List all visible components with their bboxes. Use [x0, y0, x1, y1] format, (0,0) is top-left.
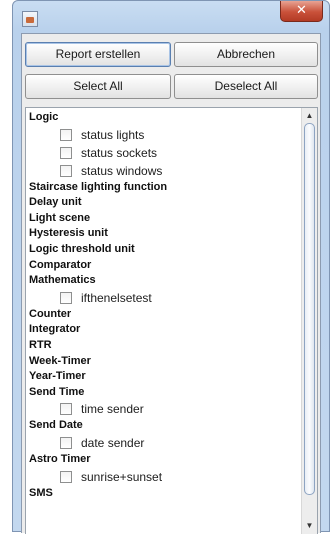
scroll-down-icon[interactable]: ▼ [304, 520, 315, 532]
tree-item-label: sunrise+sunset [81, 469, 163, 484]
dialog-content: Report erstellen Abbrechen Select All De… [21, 33, 321, 534]
close-button[interactable]: ✕ [280, 1, 323, 22]
checkbox[interactable] [60, 164, 72, 177]
tree-category[interactable]: SMS [26, 486, 302, 502]
tree-category[interactable]: Send Date [26, 418, 302, 434]
checkbox[interactable] [60, 146, 72, 159]
tree-category[interactable]: Delay unit [26, 195, 302, 211]
tree-item-label: status windows [81, 163, 163, 178]
tree-item-label: date sender [81, 435, 145, 450]
tree-category[interactable]: Year-Timer [26, 369, 302, 385]
tree-item[interactable]: ifthenelsetest [26, 289, 302, 307]
tree-category[interactable]: Light scene [26, 211, 302, 227]
vertical-scrollbar[interactable]: ▲ ▼ [301, 108, 317, 534]
tree-category[interactable]: Counter [26, 307, 302, 323]
scroll-thumb[interactable] [304, 123, 315, 495]
select-all-button[interactable]: Select All [25, 74, 171, 99]
tree-category[interactable]: Staircase lighting function [26, 180, 302, 196]
tree-item-label: status lights [81, 127, 145, 142]
tree-category[interactable]: Comparator [26, 258, 302, 274]
tree-category[interactable]: Week-Timer [26, 354, 302, 370]
checkbox[interactable] [60, 128, 72, 141]
tree-item[interactable]: sunrise+sunset [26, 468, 302, 486]
checkbox[interactable] [60, 403, 72, 416]
tree-category[interactable]: Hysteresis unit [26, 226, 302, 242]
tree-category[interactable]: Logic threshold unit [26, 242, 302, 258]
checkbox[interactable] [60, 291, 72, 304]
tree-content: Logic status lights status sockets status w… [26, 110, 302, 501]
tree-category[interactable]: RTR [26, 338, 302, 354]
tree-item[interactable]: time sender [26, 400, 302, 418]
tree-item[interactable]: status windows [26, 162, 302, 180]
tree-item-label: ifthenelsetest [81, 290, 152, 305]
dialog-window: ✕ Report erstellen Abbrechen Select All … [12, 0, 330, 534]
tree-item[interactable]: date sender [26, 434, 302, 452]
checkbox[interactable] [60, 436, 72, 449]
scroll-up-icon[interactable]: ▲ [304, 110, 315, 122]
tree-category[interactable]: Mathematics [26, 273, 302, 289]
tree-category[interactable]: Astro Timer [26, 452, 302, 468]
tree-category[interactable]: Send Time [26, 385, 302, 401]
tree-category[interactable]: Integrator [26, 322, 302, 338]
checkbox[interactable] [60, 470, 72, 483]
deselect-all-button[interactable]: Deselect All [174, 74, 318, 99]
title-bar[interactable]: ✕ [13, 1, 329, 33]
tree-item[interactable]: status sockets [26, 144, 302, 162]
report-button[interactable]: Report erstellen [25, 42, 171, 67]
tree-item-label: status sockets [81, 145, 158, 160]
function-tree-list[interactable]: Logic status lights status sockets status w… [25, 107, 318, 534]
java-app-icon [22, 11, 38, 27]
cancel-button[interactable]: Abbrechen [174, 42, 318, 67]
tree-item[interactable]: status lights [26, 126, 302, 144]
tree-item-label: time sender [81, 402, 144, 417]
tree-category[interactable]: Logic [26, 110, 302, 126]
